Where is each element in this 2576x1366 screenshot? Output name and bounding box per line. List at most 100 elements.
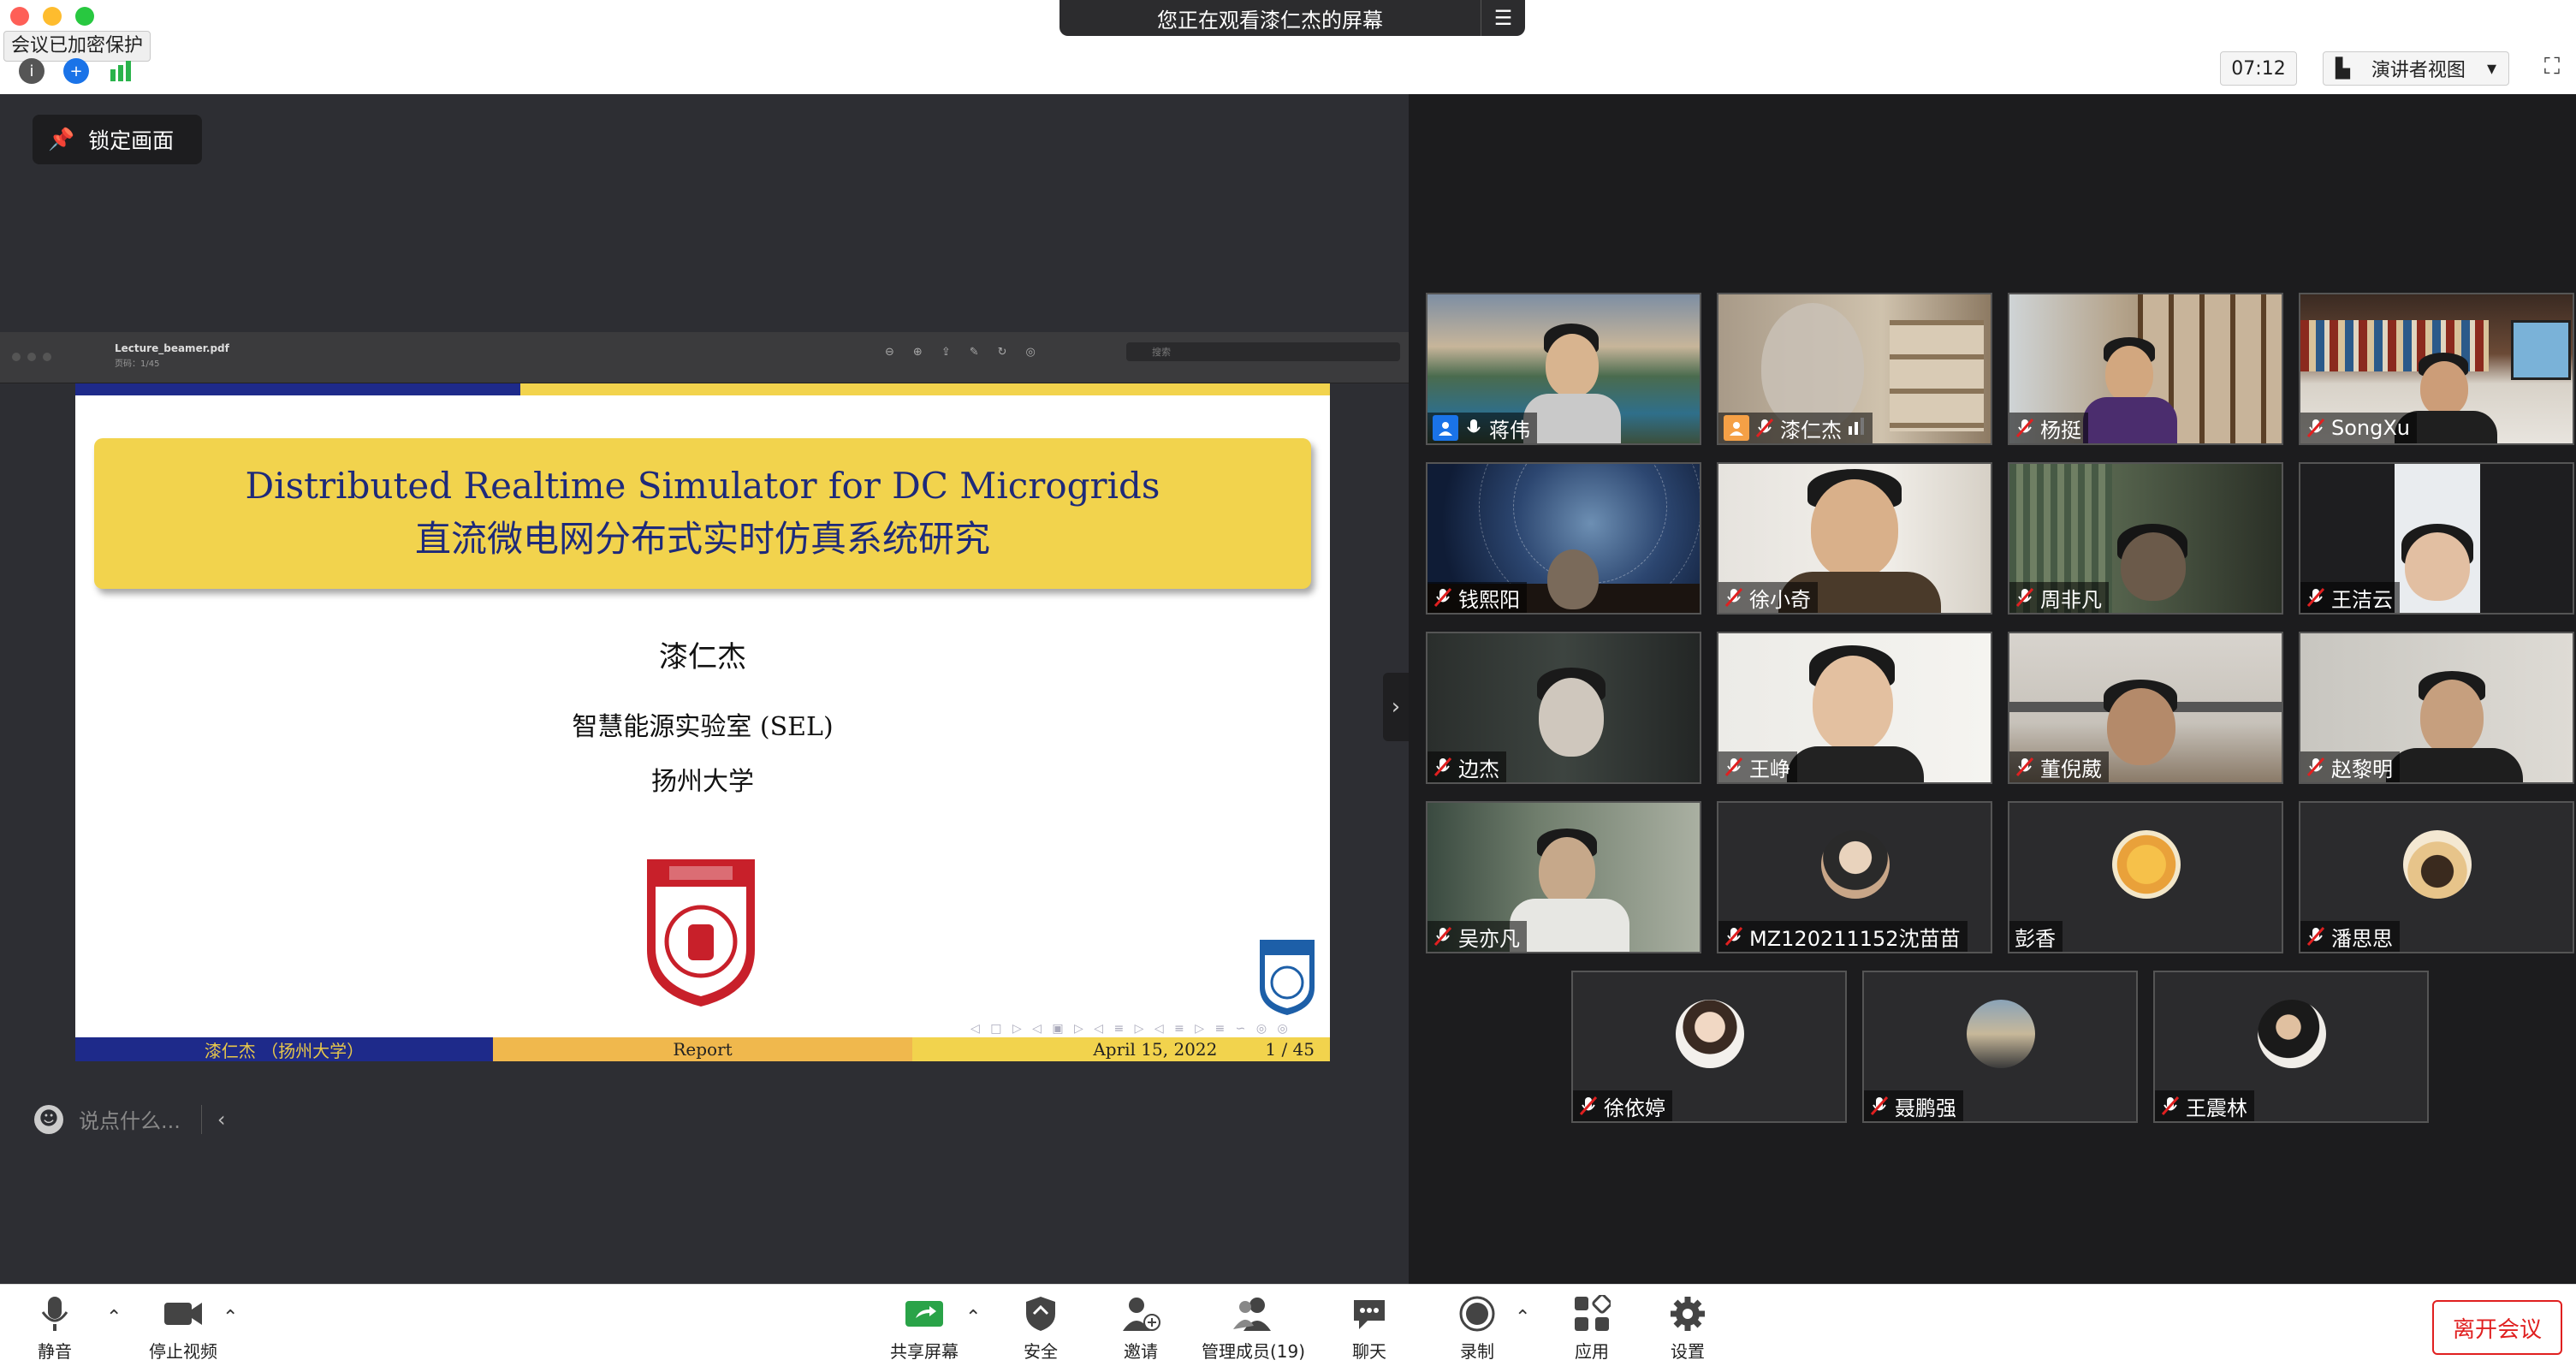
participant-avatar xyxy=(2112,830,2181,899)
record-label: 录制 xyxy=(1460,1341,1494,1362)
microphone-muted-icon xyxy=(1433,926,1453,947)
rotate-icon[interactable]: ↻ xyxy=(998,346,1007,359)
invite-button[interactable]: 邀请 xyxy=(1121,1295,1160,1363)
footer-author: 漆仁杰 （扬州大学） xyxy=(75,1037,493,1061)
markup-icon[interactable]: ◎ xyxy=(1026,346,1036,359)
participant-name: 赵黎明 xyxy=(2331,757,2393,781)
participant-tile[interactable]: SongXu xyxy=(2299,293,2574,445)
view-mode-dropdown[interactable]: ▙ 演讲者视图 ▾ xyxy=(2323,51,2509,86)
share-options-caret-icon[interactable]: ⌃ xyxy=(965,1307,981,1328)
apps-button[interactable]: 应用 xyxy=(1573,1295,1611,1363)
zoom-in-icon[interactable]: ⊕ xyxy=(913,346,923,359)
shield-plus-icon[interactable]: + xyxy=(63,58,89,84)
participant-gallery: 蒋伟 漆仁杰 杨挺 SongXu 钱熙阳 徐小奇 周非凡 王洁云 边杰 王峥 董… xyxy=(1409,94,2576,1284)
microphone-muted-icon xyxy=(2306,926,2326,947)
pen-icon[interactable]: ✎ xyxy=(970,346,979,359)
meeting-info-icons: i + xyxy=(19,58,134,84)
participant-tile[interactable]: 蒋伟 xyxy=(1426,293,1701,445)
encryption-badge: 会议已加密保护 xyxy=(3,31,151,62)
shield-icon xyxy=(1024,1295,1057,1333)
participant-name: 钱熙阳 xyxy=(1458,587,1520,612)
share-icon[interactable]: ⇪ xyxy=(941,346,951,359)
maximize-window-button[interactable] xyxy=(75,7,94,26)
chat-button[interactable]: 聊天 xyxy=(1350,1295,1388,1363)
participant-tile[interactable]: 漆仁杰 xyxy=(1717,293,1992,445)
participant-tile[interactable]: 聂鹏强 xyxy=(1862,971,2138,1123)
microphone-muted-icon xyxy=(2015,757,2035,777)
quick-chat-bar[interactable]: ☻ 说点什么... ‹ xyxy=(34,1104,226,1134)
settings-button[interactable]: 设置 xyxy=(1669,1295,1706,1363)
lock-screen-button[interactable]: 📌 锁定画面 xyxy=(33,115,202,164)
audio-options-caret-icon[interactable]: ⌃ xyxy=(106,1307,122,1328)
chevron-left-icon[interactable]: ‹ xyxy=(217,1108,226,1131)
microphone-muted-icon xyxy=(1869,1096,1890,1116)
participant-name: MZ120211152沈苗苗 xyxy=(1749,926,1961,951)
share-screen-icon xyxy=(904,1295,945,1333)
university-seal-small-logo xyxy=(1260,940,1315,1015)
slide-footer: 漆仁杰 （扬州大学） Report April 15, 2022 1 / 45 xyxy=(75,1037,1330,1061)
participant-tile[interactable]: 王峥 xyxy=(1717,632,1992,784)
record-options-caret-icon[interactable]: ⌃ xyxy=(1515,1307,1530,1328)
slide-top-bar xyxy=(75,383,1330,395)
participant-tile[interactable]: 周非凡 xyxy=(2008,462,2283,615)
microphone-muted-icon xyxy=(1754,418,1775,438)
fullscreen-icon[interactable]: ⛶ xyxy=(2538,53,2566,80)
participant-tile[interactable]: 赵黎明 xyxy=(2299,632,2574,784)
host-avatar-icon xyxy=(1433,415,1458,441)
participant-tile[interactable]: 边杰 xyxy=(1426,632,1701,784)
view-mode-label: 演讲者视图 xyxy=(2371,60,2466,81)
record-button[interactable]: 录制 xyxy=(1458,1295,1496,1363)
video-options-caret-icon[interactable]: ⌃ xyxy=(223,1307,238,1328)
participant-tile[interactable]: 王震林 xyxy=(2153,971,2429,1123)
settings-label: 设置 xyxy=(1671,1341,1705,1362)
mute-button[interactable]: 静音 xyxy=(38,1295,72,1363)
participant-name: 杨挺 xyxy=(2040,418,2081,442)
security-button[interactable]: 安全 xyxy=(1024,1295,1058,1363)
chat-input[interactable]: 说点什么... xyxy=(79,1104,181,1134)
footer-right: April 15, 2022 1 / 45 xyxy=(912,1037,1330,1061)
security-label: 安全 xyxy=(1024,1341,1058,1362)
zoom-out-icon[interactable]: ⊖ xyxy=(885,346,894,359)
close-window-button[interactable] xyxy=(10,7,29,26)
chat-label: 聊天 xyxy=(1352,1341,1386,1362)
meeting-controls-toolbar: 静音 ⌃ 停止视频 ⌃ 共享屏幕 ⌃ 安全 邀请 管理成员(19) 聊天 录制 … xyxy=(0,1284,2576,1366)
microphone-muted-icon xyxy=(1724,757,1744,777)
participant-name: 漆仁杰 xyxy=(1780,418,1842,442)
leave-meeting-button[interactable]: 离开会议 xyxy=(2432,1300,2562,1355)
participant-tile[interactable]: 徐依婷 xyxy=(1571,971,1847,1123)
invite-label: 邀请 xyxy=(1124,1341,1158,1362)
info-icon[interactable]: i xyxy=(19,58,45,84)
participants-button[interactable]: 管理成员(19) xyxy=(1202,1295,1305,1363)
pdf-search-field[interactable]: 搜索 xyxy=(1126,342,1400,361)
stop-video-button[interactable]: 停止视频 xyxy=(149,1295,217,1363)
participant-tile[interactable]: 杨挺 xyxy=(2008,293,2283,445)
collapse-gallery-button[interactable]: › xyxy=(1383,673,1409,741)
participant-tile[interactable]: 王洁云 xyxy=(2299,462,2574,615)
microphone-icon xyxy=(1463,418,1484,438)
pdf-viewer-toolbar: Lecture_beamer.pdf 页码：1/45 ⊖ ⊕ ⇪ ✎ ↻ ◎ 搜… xyxy=(0,332,1409,383)
pdf-filename: Lecture_beamer.pdf xyxy=(115,342,229,354)
view-options-menu-icon[interactable]: ☰ xyxy=(1481,0,1525,36)
participant-tile[interactable]: 潘思思 xyxy=(2299,801,2574,953)
participant-tile[interactable]: MZ120211152沈苗苗 xyxy=(1717,801,1992,953)
co-host-avatar-icon xyxy=(1724,415,1749,441)
emoji-icon[interactable]: ☻ xyxy=(34,1104,63,1134)
share-screen-button[interactable]: 共享屏幕 xyxy=(890,1295,959,1363)
participant-name: 徐依婷 xyxy=(1604,1096,1665,1120)
slide-title-cn: 直流微电网分布式实时仿真系统研究 xyxy=(414,518,990,560)
participant-tile[interactable]: 彭香 xyxy=(2008,801,2283,953)
participant-tile[interactable]: 钱熙阳 xyxy=(1426,462,1701,615)
participant-tile[interactable]: 董倪葳 xyxy=(2008,632,2283,784)
lock-screen-label: 锁定画面 xyxy=(88,128,175,153)
participant-tile[interactable]: 吴亦凡 xyxy=(1426,801,1701,953)
viewing-banner[interactable]: 您正在观看漆仁杰的屏幕 ☰ xyxy=(1059,0,1525,36)
share-screen-label: 共享屏幕 xyxy=(890,1341,959,1362)
footer-title: Report xyxy=(493,1037,912,1061)
minimize-window-button[interactable] xyxy=(43,7,62,26)
mute-label: 静音 xyxy=(38,1341,72,1362)
viewing-banner-text: 您正在观看漆仁杰的屏幕 xyxy=(1157,8,1383,33)
participant-tile[interactable]: 徐小奇 xyxy=(1717,462,1992,615)
signal-strength-icon[interactable] xyxy=(108,58,134,84)
microphone-muted-icon xyxy=(1578,1096,1599,1116)
beamer-navigation-symbols[interactable]: ◁ □ ▷ ◁ ▣ ▷ ◁ ≡ ▷ ◁ ≡ ▷ ≡ ∽ ◎ ◎ xyxy=(970,1022,1291,1036)
